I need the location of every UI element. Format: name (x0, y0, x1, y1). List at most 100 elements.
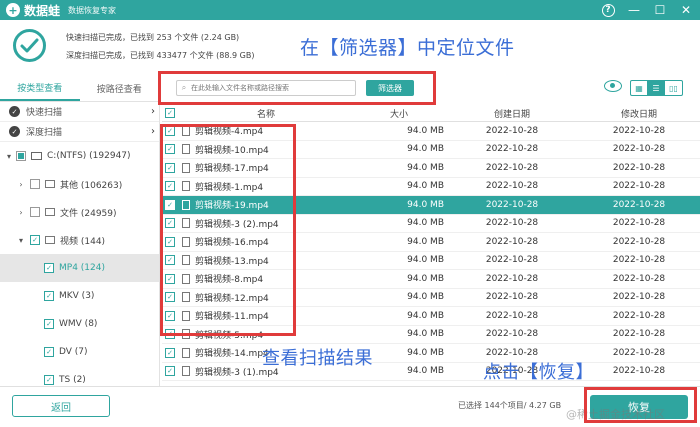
file-name: 剪辑视频-14.mp4 (195, 349, 269, 360)
document-icon (45, 208, 55, 216)
file-icon (182, 347, 190, 358)
tree-item-video[interactable]: ▾ ✓ 视频 (144) (0, 226, 159, 254)
file-size: 94.0 MB (407, 162, 444, 173)
check-icon: ✓ (9, 126, 20, 137)
tree-item-documents[interactable]: › 文件 (24959) (0, 198, 159, 226)
deep-scan-summary: 深度扫描已完成，已找到 433477 个文件 (88.9 GB) (66, 51, 255, 60)
folder-icon (45, 180, 55, 188)
row-checkbox[interactable]: ✓ (165, 366, 175, 377)
tree-item-drive-c[interactable]: ▾ C:(NTFS) (192947) (0, 142, 159, 170)
list-view-button[interactable]: ☰ (648, 81, 665, 95)
created-date: 2022-10-28 (485, 125, 539, 136)
tree-item-label: MKV (3) (59, 291, 95, 301)
select-all-checkbox[interactable]: ✓ (165, 108, 175, 118)
preview-eye-icon[interactable] (604, 80, 622, 92)
column-name[interactable]: 名称 (178, 107, 354, 120)
file-size: 94.0 MB (407, 199, 444, 210)
scan-complete-check-icon (13, 29, 46, 62)
modified-date: 2022-10-28 (612, 366, 666, 377)
created-date: 2022-10-28 (485, 273, 539, 284)
modified-date: 2022-10-28 (612, 329, 666, 340)
chevron-right-icon: › (151, 126, 155, 137)
ts-checkbox[interactable]: ✓ (44, 375, 54, 385)
modified-date: 2022-10-28 (612, 347, 666, 358)
annotation-view-results: 查看扫描结果 (262, 348, 373, 369)
annotation-box-results (160, 124, 296, 336)
video-checkbox[interactable]: ✓ (30, 235, 40, 245)
tree-item-other[interactable]: › 其他 (106263) (0, 170, 159, 198)
app-logo: + 数据蛙 数据恢复专家 (6, 2, 116, 19)
quick-scan-label: 快速扫描 (26, 108, 63, 118)
created-date: 2022-10-28 (485, 162, 539, 173)
tree-item-mkv[interactable]: ✓ MKV (3) (0, 282, 159, 310)
help-button[interactable]: ? (600, 2, 616, 18)
mp4-checkbox[interactable]: ✓ (44, 263, 54, 273)
deep-scan-label: 深度扫描 (26, 128, 63, 138)
app-subtitle: 数据恢复专家 (68, 5, 117, 15)
annotation-box-filter (158, 71, 436, 105)
created-date: 2022-10-28 (485, 236, 539, 247)
table-row[interactable]: ✓ 剪辑视频-14.mp4 94.0 MB 2022-10-28 2022-10-28 (162, 344, 700, 363)
tab-by-path[interactable]: 按路径查看 (80, 76, 160, 101)
tree-item-dv[interactable]: ✓ DV (7) (0, 338, 159, 366)
file-size: 94.0 MB (407, 292, 444, 303)
tree-item-ts[interactable]: ✓ TS (2) (0, 366, 159, 386)
column-created[interactable]: 创建日期 (446, 107, 578, 120)
tree-item-wmv[interactable]: ✓ WMV (8) (0, 310, 159, 338)
annotation-box-recover (584, 387, 697, 423)
drive-icon (31, 152, 42, 160)
quick-scan-summary: 快速扫描已完成，已找到 253 个文件 (2.24 GB) (66, 33, 240, 42)
minimize-button[interactable]: — (626, 2, 642, 18)
chevron-right-icon[interactable]: › (16, 180, 26, 189)
chevron-right-icon: › (151, 106, 155, 117)
modified-date: 2022-10-28 (612, 292, 666, 303)
created-date: 2022-10-28 (485, 199, 539, 210)
file-size: 94.0 MB (407, 125, 444, 136)
column-modified[interactable]: 修改日期 (578, 107, 700, 120)
file-icon (182, 366, 190, 377)
tree-item-label: MP4 (124) (59, 263, 105, 273)
view-tabs: 按类型查看 按路径查看 (0, 76, 159, 102)
file-size: 94.0 MB (407, 218, 444, 229)
modified-date: 2022-10-28 (612, 181, 666, 192)
chevron-right-icon[interactable]: › (16, 208, 26, 217)
quick-scan-item[interactable]: ✓ 快速扫描 › (0, 102, 159, 122)
tree-item-label: DV (7) (59, 347, 88, 357)
help-icon: ? (601, 3, 615, 17)
modified-date: 2022-10-28 (612, 218, 666, 229)
mkv-checkbox[interactable]: ✓ (44, 291, 54, 301)
documents-checkbox[interactable] (30, 207, 40, 217)
table-header: ✓ 名称 大小 创建日期 修改日期 (162, 105, 700, 122)
file-size: 94.0 MB (407, 181, 444, 192)
category-panel: 按类型查看 按路径查看 ✓ 快速扫描 › ✓ 深度扫描 › ▾ C:(NTFS)… (0, 76, 160, 386)
tree-item-mp4[interactable]: ✓ MP4 (124) (0, 254, 159, 282)
tab-by-type[interactable]: 按类型查看 (0, 76, 80, 101)
annotation-locate-filter: 在【筛选器】中定位文件 (300, 37, 515, 59)
deep-scan-item[interactable]: ✓ 深度扫描 › (0, 122, 159, 142)
created-date: 2022-10-28 (485, 310, 539, 321)
chevron-down-icon[interactable]: ▾ (4, 152, 14, 161)
close-button[interactable]: ✕ (678, 2, 694, 18)
wmv-checkbox[interactable]: ✓ (44, 319, 54, 329)
back-button[interactable]: 返回 (12, 395, 110, 417)
video-icon (45, 236, 55, 244)
grid-view-button[interactable]: ▦ (631, 81, 648, 95)
dv-checkbox[interactable]: ✓ (44, 347, 54, 357)
tree-item-label: 文件 (24959) (60, 208, 117, 219)
maximize-button[interactable]: ☐ (652, 2, 668, 18)
chevron-down-icon[interactable]: ▾ (16, 236, 26, 245)
modified-date: 2022-10-28 (612, 310, 666, 321)
drive-checkbox[interactable] (16, 151, 26, 161)
check-icon: ✓ (9, 106, 20, 117)
title-bar: + 数据蛙 数据恢复专家 ? — ☐ ✕ (0, 0, 700, 20)
row-checkbox[interactable]: ✓ (165, 347, 175, 358)
file-size: 94.0 MB (407, 236, 444, 247)
window-controls: ? — ☐ ✕ (600, 2, 694, 18)
selection-info: 已选择 144个项目/ 4.27 GB (458, 401, 562, 410)
file-size: 94.0 MB (407, 255, 444, 266)
detail-view-button[interactable]: ▯▯ (665, 81, 682, 95)
column-size[interactable]: 大小 (354, 107, 446, 120)
other-checkbox[interactable] (30, 179, 40, 189)
modified-date: 2022-10-28 (612, 125, 666, 136)
table-row[interactable]: ✓ 剪辑视频-3 (1).mp4 94.0 MB 2022-10-28 2022-10-… (162, 363, 700, 381)
